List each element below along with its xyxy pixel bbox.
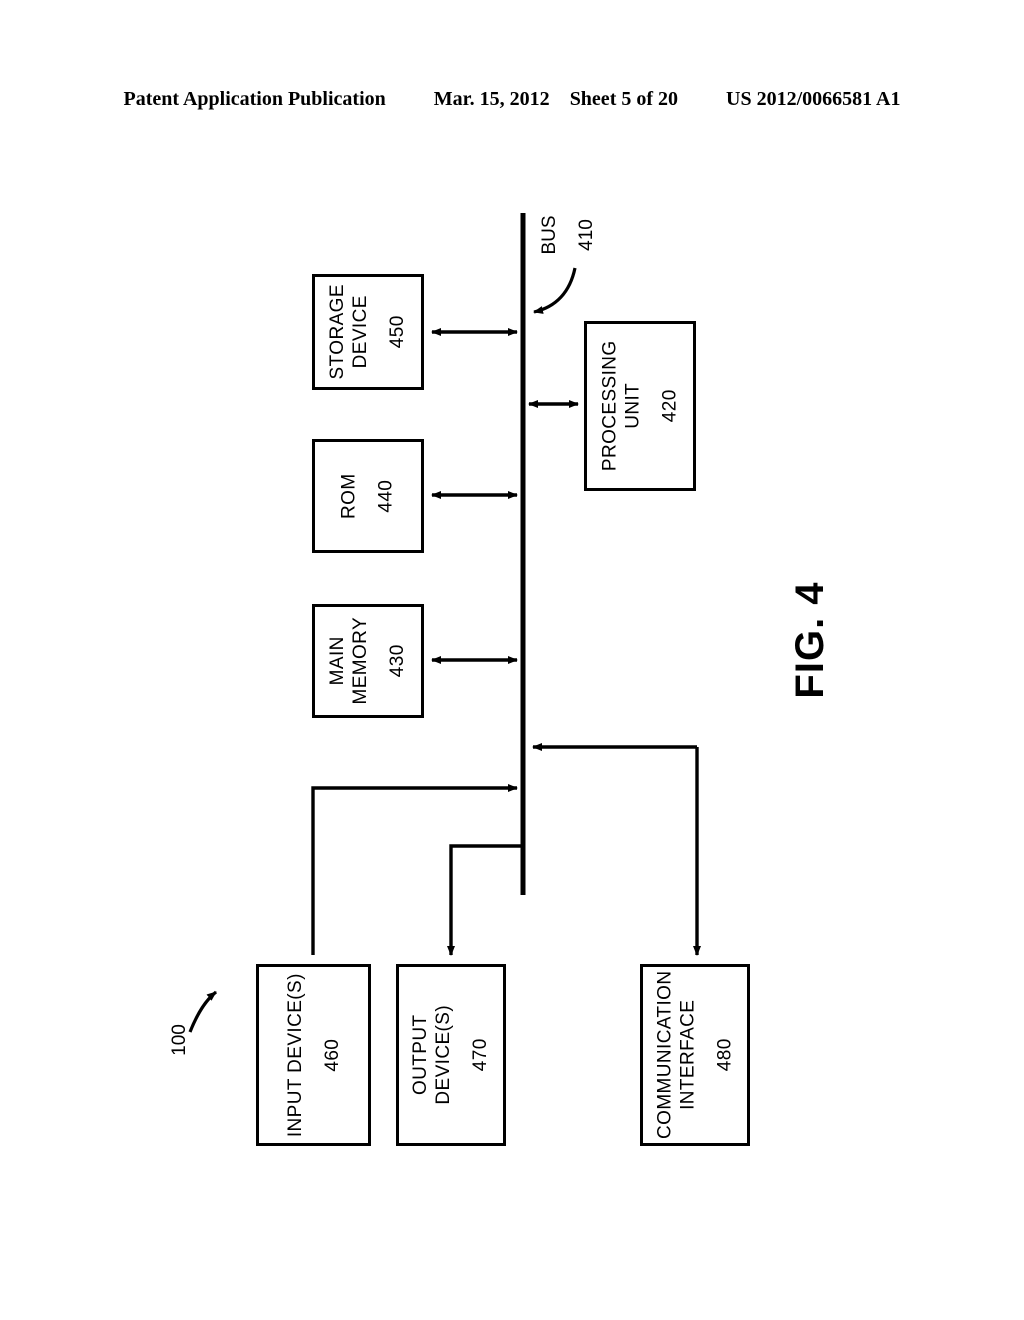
block-main-memory[interactable]: MAIN MEMORY 430 bbox=[312, 604, 424, 718]
block-main-memory-label: MAIN MEMORY 430 bbox=[326, 617, 410, 705]
bus-label: BUS 410 bbox=[538, 190, 598, 280]
block-rom-label: ROM 440 bbox=[338, 473, 398, 519]
storage-device-line1: STORAGE bbox=[327, 284, 349, 380]
block-processing-unit-label: PROCESSING UNIT 420 bbox=[598, 341, 682, 472]
block-output-devices-label: OUTPUT DEVICE(S) 470 bbox=[409, 1005, 493, 1105]
rom-number: 440 bbox=[376, 479, 397, 513]
bus-label-text: BUS bbox=[539, 215, 561, 255]
connector-input-bus bbox=[311, 784, 518, 955]
communication-interface-number: 480 bbox=[714, 1038, 736, 1072]
output-devices-line2: DEVICE(S) bbox=[433, 1005, 455, 1105]
block-input-devices[interactable]: INPUT DEVICE(S) 460 bbox=[256, 964, 371, 1146]
block-rom[interactable]: ROM 440 bbox=[312, 439, 424, 553]
bus-number: 410 bbox=[575, 219, 597, 251]
input-devices-line1: INPUT DEVICE(S) bbox=[284, 972, 306, 1138]
main-memory-number: 430 bbox=[387, 644, 409, 678]
block-communication-interface[interactable]: COMMUNICATION INTERFACE 480 bbox=[640, 964, 750, 1146]
figure-4-diagram: STORAGE DEVICE 450 ROM 440 MAIN MEMORY 4… bbox=[0, 0, 1024, 1320]
rom-line1: ROM bbox=[338, 473, 360, 519]
block-storage-device[interactable]: STORAGE DEVICE 450 bbox=[312, 274, 424, 390]
block-processing-unit[interactable]: PROCESSING UNIT 420 bbox=[584, 321, 696, 491]
main-memory-line1: MAIN bbox=[327, 636, 349, 686]
block-communication-interface-label: COMMUNICATION INTERFACE 480 bbox=[653, 971, 737, 1139]
storage-device-line2: DEVICE bbox=[350, 295, 372, 369]
processing-unit-line1: PROCESSING bbox=[599, 340, 621, 472]
output-devices-line1: OUTPUT bbox=[410, 1014, 432, 1096]
patent-page: Patent Application Publication Mar. 15, … bbox=[0, 0, 1024, 1320]
connector-layer bbox=[188, 213, 701, 1033]
processing-unit-line2: UNIT bbox=[622, 383, 644, 429]
communication-interface-line1: COMMUNICATION bbox=[654, 970, 676, 1140]
connector-bus-output bbox=[447, 844, 523, 956]
figure-caption: FIG. 4 bbox=[787, 581, 832, 699]
system-reference-label: 100 bbox=[169, 1024, 191, 1056]
communication-interface-line2: INTERFACE bbox=[677, 999, 699, 1111]
storage-device-number: 450 bbox=[387, 315, 409, 349]
main-memory-line2: MEMORY bbox=[350, 617, 372, 705]
block-input-devices-label: INPUT DEVICE(S) 460 bbox=[283, 973, 343, 1137]
output-devices-number: 470 bbox=[470, 1038, 492, 1072]
processing-unit-number: 420 bbox=[659, 389, 681, 423]
input-devices-number: 460 bbox=[321, 1038, 343, 1072]
block-storage-device-label: STORAGE DEVICE 450 bbox=[326, 284, 410, 379]
block-output-devices[interactable]: OUTPUT DEVICE(S) 470 bbox=[396, 964, 506, 1146]
